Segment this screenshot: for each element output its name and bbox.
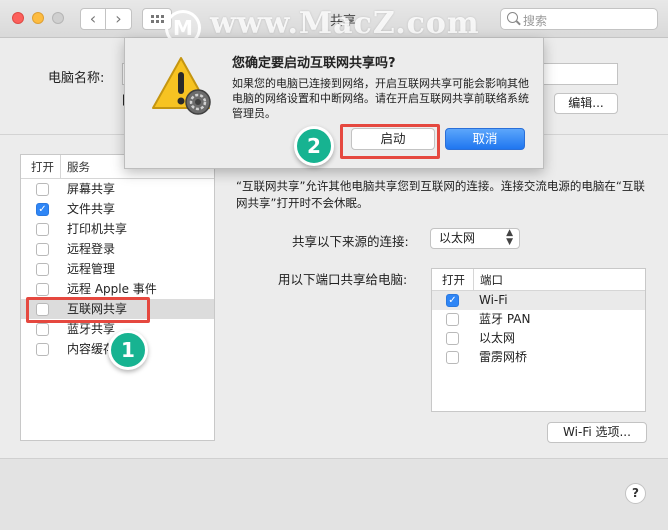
dialog-title: 您确定要启动互联网共享吗? (232, 56, 396, 71)
port-row[interactable]: 蓝牙 PAN (432, 310, 645, 329)
confirm-sheet: 您确定要启动互联网共享吗? 如果您的电脑已连接到网络，开启互联网共享可能会影响其… (124, 38, 544, 169)
ports-header-open: 打开 (432, 269, 474, 290)
chevron-left-icon: ‹ (89, 9, 97, 28)
share-from-value: 以太网 (439, 231, 476, 245)
port-checkbox[interactable]: ✓ (446, 294, 459, 307)
services-header-service: 服务 (67, 160, 90, 174)
edit-button[interactable]: 编辑... (554, 93, 618, 114)
service-checkbox[interactable] (36, 183, 49, 196)
forward-button[interactable]: › (106, 8, 132, 30)
port-label: 雷雳网桥 (479, 350, 528, 364)
service-label: 打印机共享 (67, 222, 128, 236)
minimize-window-button[interactable] (32, 12, 44, 24)
zoom-window-button[interactable] (52, 12, 64, 24)
wifi-options-button[interactable]: Wi-Fi 选项... (547, 422, 647, 443)
sharing-description: “互联网共享”允许其他电脑共享您到互联网的连接。连接交流电源的电脑在“互联网共享… (236, 179, 645, 210)
cancel-button[interactable]: 取消 (445, 128, 525, 150)
service-highlight-box (26, 297, 150, 323)
port-label: 蓝牙 PAN (479, 312, 531, 326)
service-checkbox[interactable] (36, 263, 49, 276)
service-label: 远程登录 (67, 242, 116, 256)
service-checkbox[interactable] (36, 343, 49, 356)
service-checkbox[interactable] (36, 283, 49, 296)
search-icon (507, 12, 518, 23)
ports-list: 打开 端口 ✓ Wi-Fi 蓝牙 PAN 以太网雷雳网桥 (431, 268, 646, 412)
port-label: Wi-Fi (479, 293, 508, 307)
service-row[interactable]: 远程管理 (21, 259, 214, 279)
port-checkbox[interactable] (446, 332, 459, 345)
port-row[interactable]: 以太网 (432, 329, 645, 348)
service-checkbox[interactable] (36, 243, 49, 256)
service-label: 远程 Apple 事件 (67, 282, 157, 296)
service-row[interactable]: 远程登录 (21, 239, 214, 259)
bottom-bar (0, 458, 668, 530)
service-label: 文件共享 (67, 202, 116, 216)
port-label: 以太网 (479, 331, 516, 345)
step-badge-1: 1 (108, 330, 148, 370)
service-checkbox[interactable]: ✓ (36, 203, 49, 216)
ports-header-port: 端口 (480, 273, 503, 287)
services-header-open: 打开 (21, 155, 61, 178)
search-placeholder: 搜索 (523, 14, 548, 28)
search-field[interactable]: 搜索 (500, 8, 658, 30)
updown-chevron-icon: ▲ ▼ (506, 228, 513, 247)
computer-name-field-end[interactable] (540, 63, 618, 85)
computer-name-label: 电脑名称: (48, 71, 105, 86)
share-to-label: 用以下端口共享给电脑: (278, 272, 408, 287)
service-checkbox[interactable] (36, 223, 49, 236)
close-window-button[interactable] (12, 12, 24, 24)
service-row[interactable]: ✓ 文件共享 (21, 199, 214, 219)
dialog-message: 如果您的电脑已连接到网络，开启互联网共享可能会影响其他电脑的网络设置和中断网络。… (232, 77, 529, 120)
port-row[interactable]: 雷雳网桥 (432, 348, 645, 367)
port-checkbox[interactable] (446, 351, 459, 364)
service-row[interactable]: 远程 Apple 事件 (21, 279, 214, 299)
service-row[interactable]: 屏幕共享 (21, 179, 214, 199)
share-from-select[interactable]: 以太网 ▲ ▼ (430, 228, 520, 249)
watermark-text: www.MacZ.com (210, 6, 480, 41)
ports-header: 打开 端口 (432, 269, 645, 291)
start-highlight-box (340, 124, 440, 159)
service-checkbox[interactable] (36, 323, 49, 336)
service-row[interactable]: 打印机共享 (21, 219, 214, 239)
service-label: 屏幕共享 (67, 182, 116, 196)
window-toolbar: ‹ › 共享 搜索 M www.MacZ.com (0, 0, 668, 46)
service-label: 远程管理 (67, 262, 116, 276)
grid-icon (151, 15, 154, 18)
help-button[interactable]: ? (625, 483, 646, 504)
back-button[interactable]: ‹ (80, 8, 106, 30)
port-checkbox[interactable] (446, 313, 459, 326)
port-row[interactable]: ✓ Wi-Fi (432, 291, 645, 310)
step-badge-2: 2 (294, 126, 334, 166)
chevron-right-icon: › (115, 9, 122, 28)
share-from-label: 共享以下来源的连接: (292, 234, 409, 249)
warning-icon (152, 57, 211, 115)
